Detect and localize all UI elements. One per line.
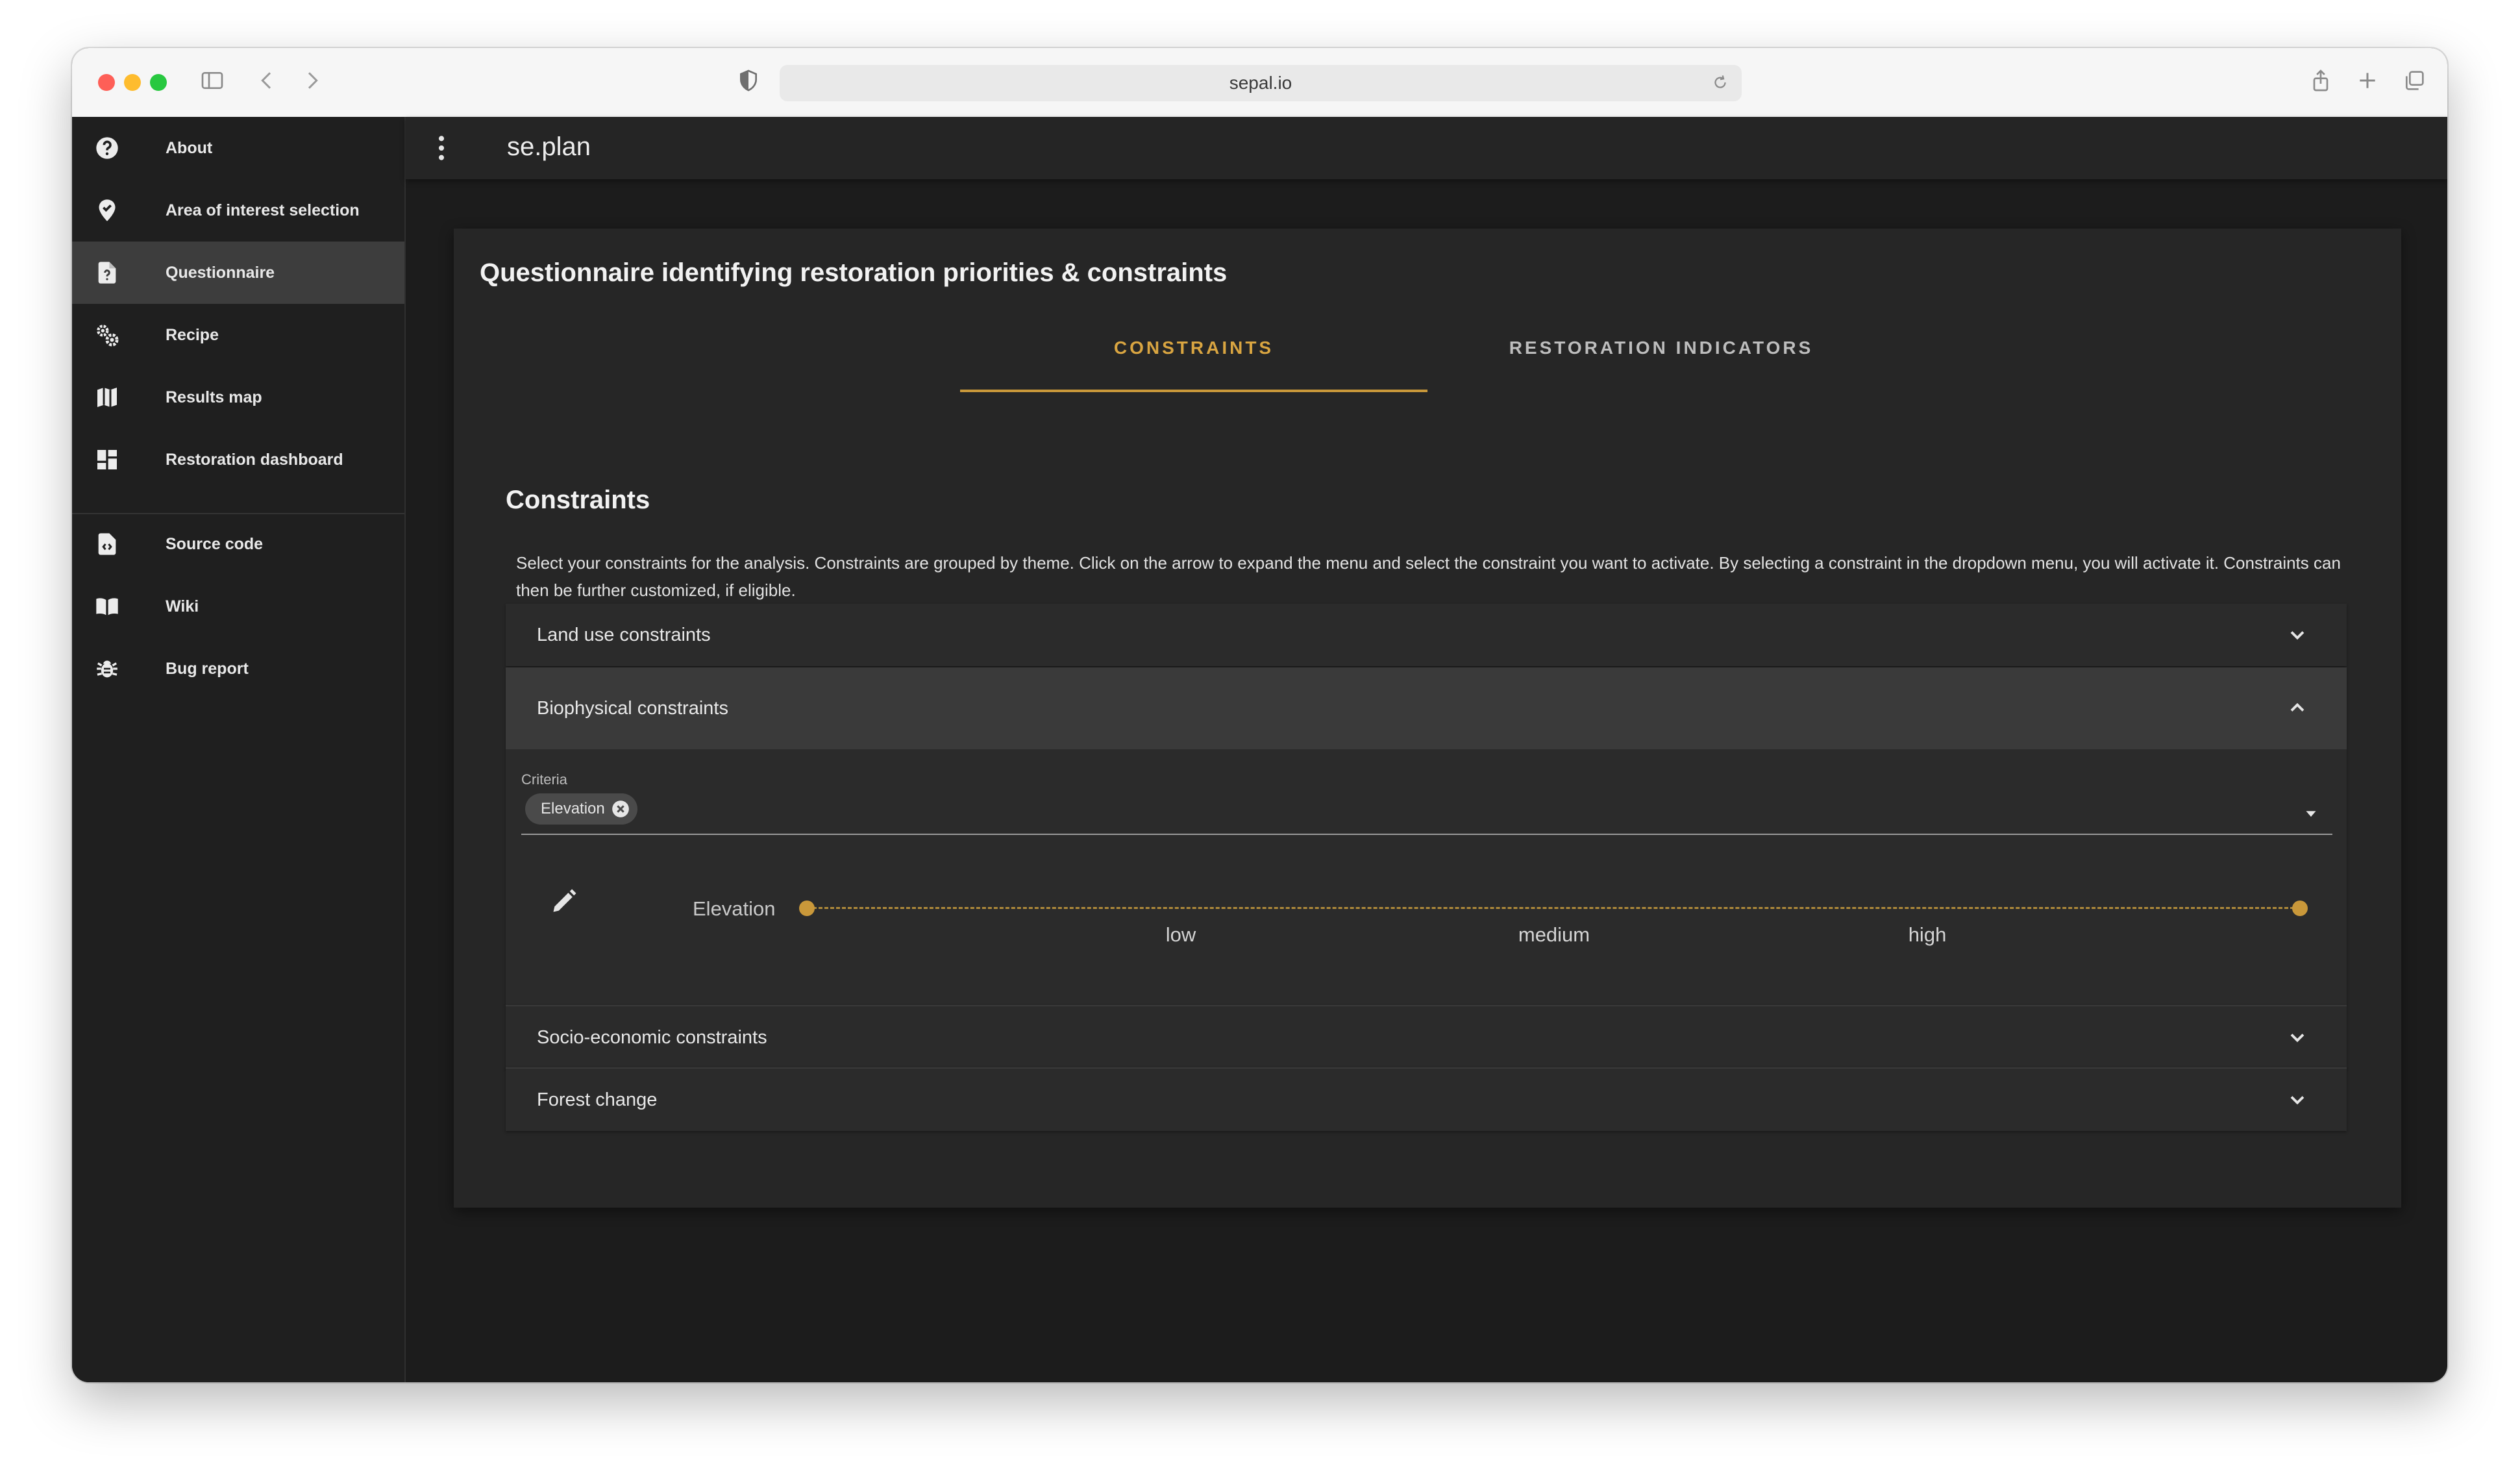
tab-constraints[interactable]: CONSTRAINTS [960,338,1427,392]
cogs-icon [97,325,119,347]
sidebar-link-source-code[interactable]: Source code [72,513,404,575]
address-bar[interactable]: sepal.io [780,65,1742,101]
forward-arrow-icon[interactable] [299,68,325,93]
slider-thumb-min[interactable] [799,901,815,916]
share-icon[interactable] [2308,68,2334,93]
tab-label: CONSTRAINTS [1113,338,1274,358]
sidebar-item-label: Wiki [166,597,199,615]
caret-down-icon[interactable] [2301,804,2321,823]
sidebar-toggle-icon[interactable] [199,68,225,93]
panel-title: Biophysical constraints [537,697,728,719]
app-title: se.plan [507,132,591,161]
sidebar-item-about[interactable]: About [72,117,404,179]
slider-label: Elevation [693,897,776,920]
more-vertical-icon[interactable] [435,134,448,162]
page-title: Questionnaire identifying restoration pr… [480,258,1228,287]
panel-header[interactable]: Land use constraints [506,604,2347,666]
app-bar: se.plan [406,117,2447,179]
panel-title: Forest change [537,1089,658,1110]
criteria-select-underline[interactable] [521,834,2332,835]
dashboard-icon [97,450,117,469]
sidebar-item-label: Area of interest selection [166,201,360,219]
sidebar-item-label: Recipe [166,325,219,344]
url-text: sepal.io [1229,73,1292,93]
section-title: Constraints [506,486,650,514]
navigation-drawer: About Area of interest selection Questio… [72,117,406,1382]
chevron-up-icon[interactable] [2286,696,2309,719]
chevron-down-icon[interactable] [2286,1088,2309,1112]
sidebar-item-label: Results map [166,388,262,406]
pencil-icon[interactable] [550,887,578,915]
questionnaire-card: Questionnaire identifying restoration pr… [454,229,2401,1208]
help-circle-icon [96,137,118,159]
slider-tick-medium: medium [1518,923,1590,946]
sidebar-link-bug-report[interactable]: Bug report [72,638,404,700]
elevation-slider-track[interactable] [807,907,2300,909]
panel-land-use-constraints: Land use constraints [506,604,2347,666]
slider-thumb-max[interactable] [2292,901,2308,916]
file-code-icon [98,533,116,555]
minimize-window-button[interactable] [124,74,141,91]
map-marker-check-icon [99,199,116,221]
chevron-down-icon[interactable] [2286,623,2309,647]
sidebar-item-label: About [166,138,213,157]
browser-toolbar: sepal.io [72,48,2447,118]
panel-header[interactable]: Socio-economic constraints [506,1006,2347,1069]
sidebar-item-results-map[interactable]: Results map [72,366,404,429]
shield-icon[interactable] [735,68,761,93]
chevron-down-icon[interactable] [2286,1026,2309,1049]
panel-socio-economic-constraints: Socio-economic constraints [506,1005,2347,1069]
sidebar-item-label: Source code [166,534,264,553]
back-arrow-icon[interactable] [254,68,280,93]
panel-header[interactable]: Forest change [506,1069,2347,1131]
sidebar-item-area-of-interest[interactable]: Area of interest selection [72,179,404,242]
panel-header[interactable]: Biophysical constraints [506,667,2347,749]
close-window-button[interactable] [98,74,115,91]
bug-icon [97,660,117,678]
close-circle-icon[interactable] [611,800,630,818]
sidebar-item-label: Questionnaire [166,263,275,282]
panel-title: Land use constraints [537,624,711,645]
sidebar-link-wiki[interactable]: Wiki [72,575,404,638]
panel-title: Socio-economic constraints [537,1026,767,1048]
sidebar-item-label: Restoration dashboard [166,450,343,469]
reload-icon[interactable] [1711,73,1730,92]
new-tab-icon[interactable] [2354,68,2380,93]
book-open-icon [96,598,118,615]
slider-tick-high: high [1908,923,1947,946]
sidebar-item-recipe[interactable]: Recipe [72,304,404,366]
panel-biophysical-constraints: Biophysical constraints Criteria Elevati… [506,667,2347,1005]
tab-label: RESTORATION INDICATORS [1509,338,1814,358]
criteria-label: Criteria [521,771,567,788]
maximize-window-button[interactable] [150,74,167,91]
sidebar-item-restoration-dashboard[interactable]: Restoration dashboard [72,429,404,491]
tab-overview-icon[interactable] [2401,68,2427,93]
chip-label: Elevation [541,800,605,817]
section-description: Select your constraints for the analysis… [516,553,2341,600]
tab-restoration-indicators[interactable]: RESTORATION INDICATORS [1427,338,1895,390]
file-question-icon [98,262,116,284]
slider-tick-low: low [1165,923,1196,946]
sidebar-item-label: Bug report [166,659,249,678]
panel-forest-change: Forest change [506,1067,2347,1131]
map-icon [97,388,117,407]
sidebar-item-questionnaire[interactable]: Questionnaire [72,242,404,304]
elevation-chip[interactable]: Elevation [525,793,637,825]
